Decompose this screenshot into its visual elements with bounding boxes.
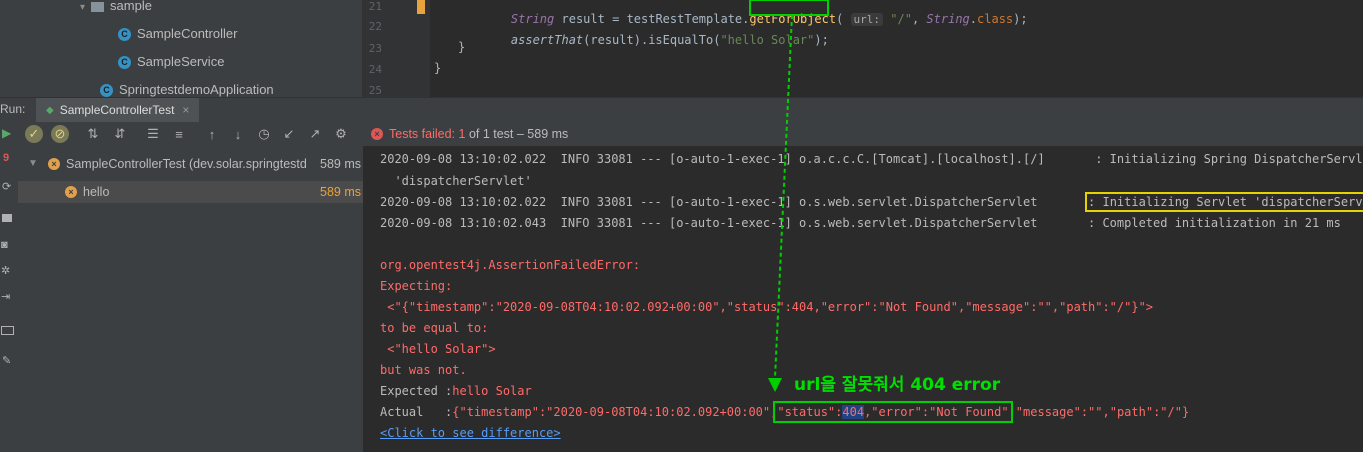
- annotation-arrow: [749, 0, 829, 392]
- annotation-label: url을 잘못줘서 404 error: [794, 375, 1001, 395]
